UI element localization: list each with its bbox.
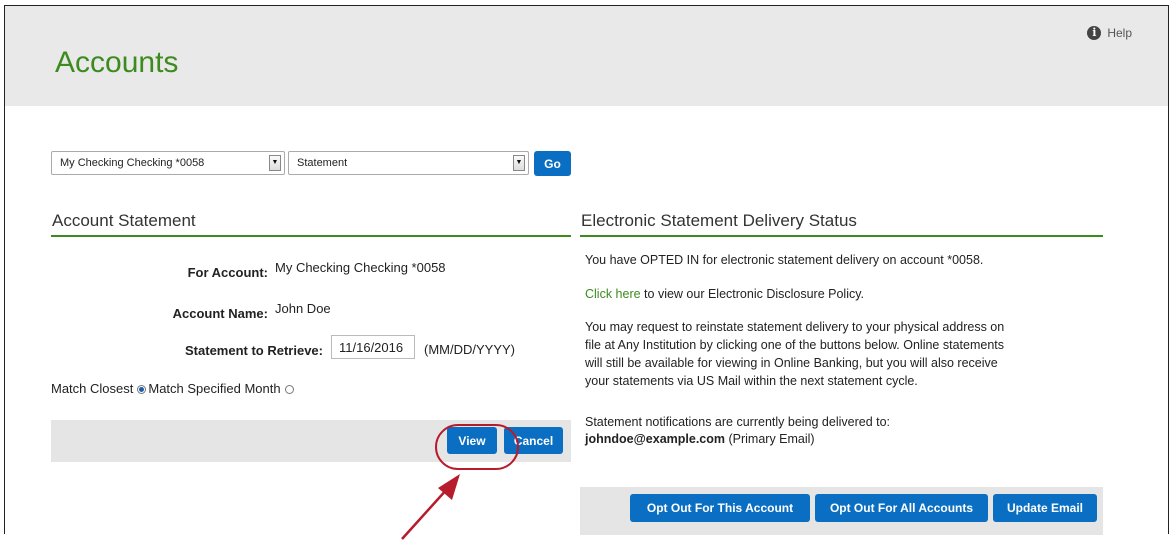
- account-select-value: My Checking Checking *0058: [60, 157, 205, 169]
- reinstate-line: will still be available for viewing in O…: [585, 356, 998, 370]
- action-select[interactable]: Statement ▼: [288, 151, 529, 175]
- opted-in-text: You have OPTED IN for electronic stateme…: [585, 253, 984, 267]
- help-link[interactable]: i Help: [1087, 26, 1132, 40]
- notifications-text: Statement notifications are currently be…: [585, 415, 891, 429]
- email-address: johndoe@example.com: [585, 432, 725, 446]
- opt-out-account-button[interactable]: Opt Out For This Account: [630, 494, 810, 522]
- help-label: Help: [1107, 26, 1132, 40]
- highlight-circle: [435, 424, 519, 470]
- section-divider: [580, 235, 1103, 237]
- for-account-value: My Checking Checking *0058: [275, 260, 446, 275]
- page-title: Accounts: [55, 46, 179, 79]
- statement-date-input[interactable]: [331, 335, 415, 359]
- account-select[interactable]: My Checking Checking *0058 ▼: [51, 151, 285, 175]
- match-month-radio[interactable]: [284, 385, 294, 395]
- match-month-label: Match Specified Month: [148, 381, 281, 396]
- go-button[interactable]: Go: [534, 151, 571, 176]
- match-closest-label: Match Closest: [51, 381, 134, 396]
- annotation-arrow-icon: [401, 474, 460, 540]
- account-name-label: Account Name:: [172, 306, 268, 321]
- date-format-hint: (MM/DD/YYYY): [424, 342, 515, 357]
- account-statement-title: Account Statement: [52, 211, 196, 230]
- match-options: Match Closest Match Specified Month: [51, 381, 296, 396]
- opt-out-all-button[interactable]: Opt Out For All Accounts: [815, 494, 988, 522]
- email-type: (Primary Email): [725, 432, 815, 446]
- policy-line: Click here to view our Electronic Disclo…: [585, 285, 864, 303]
- reinstate-line: You may request to reinstate statement d…: [585, 320, 1005, 334]
- delivery-status-title: Electronic Statement Delivery Status: [581, 211, 857, 230]
- statement-retrieve-label: Statement to Retrieve:: [185, 343, 323, 358]
- disclosure-policy-link[interactable]: Click here: [585, 287, 641, 301]
- for-account-label: For Account:: [187, 265, 268, 280]
- match-closest-radio[interactable]: [137, 385, 147, 395]
- reinstate-line: file at Any Institution by clicking one …: [585, 338, 1004, 352]
- policy-text: to view our Electronic Disclosure Policy…: [640, 287, 865, 301]
- reinstate-text: You may request to reinstate statement d…: [585, 318, 1004, 390]
- page-header: Accounts i Help: [5, 6, 1168, 106]
- action-select-value: Statement: [297, 157, 348, 169]
- chevron-down-icon[interactable]: ▼: [269, 155, 281, 171]
- page-frame: Accounts i Help My Checking Checking *00…: [4, 5, 1169, 540]
- info-icon: i: [1087, 26, 1102, 40]
- chevron-down-icon[interactable]: ▼: [513, 155, 525, 171]
- section-divider: [51, 235, 571, 237]
- reinstate-line: your statements via US Mail within the n…: [585, 374, 918, 388]
- account-name-value: John Doe: [275, 301, 331, 316]
- email-line: johndoe@example.com (Primary Email): [585, 430, 815, 448]
- update-email-button[interactable]: Update Email: [993, 494, 1097, 522]
